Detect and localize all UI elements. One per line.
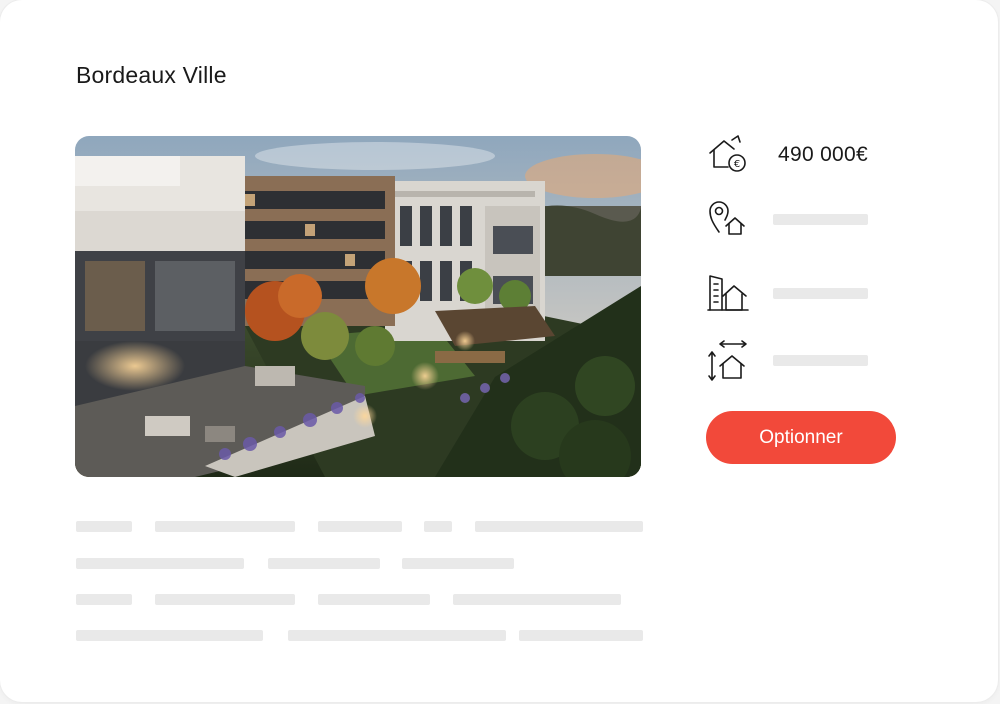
listing-card: Bordeaux Ville € 490 000€ Optionner [0, 0, 998, 702]
text-placeholder [155, 521, 295, 532]
text-placeholder [268, 558, 380, 569]
text-placeholder [424, 521, 452, 532]
text-placeholder [288, 630, 506, 641]
listing-title: Bordeaux Ville [76, 62, 227, 88]
option-button[interactable]: Optionner [706, 411, 896, 464]
text-placeholder [402, 558, 514, 569]
text-placeholder [76, 630, 263, 641]
listing-photo[interactable] [75, 136, 641, 477]
text-placeholder [155, 594, 295, 605]
location-placeholder [773, 214, 868, 225]
text-placeholder [76, 521, 132, 532]
text-placeholder [76, 594, 132, 605]
building-render [75, 136, 641, 477]
text-placeholder [519, 630, 643, 641]
price-value: 490 000€ [778, 143, 868, 166]
text-placeholder [475, 521, 643, 532]
floor-placeholder [773, 288, 868, 299]
building-house-icon [707, 275, 749, 311]
location-pin-house-icon [709, 201, 745, 235]
text-placeholder [318, 594, 430, 605]
surface-placeholder [773, 355, 868, 366]
svg-text:€: € [734, 159, 740, 170]
text-placeholder [76, 558, 244, 569]
house-dimensions-icon [708, 340, 747, 381]
text-placeholder [318, 521, 402, 532]
text-placeholder [453, 594, 621, 605]
house-euro-icon: € [709, 135, 746, 172]
